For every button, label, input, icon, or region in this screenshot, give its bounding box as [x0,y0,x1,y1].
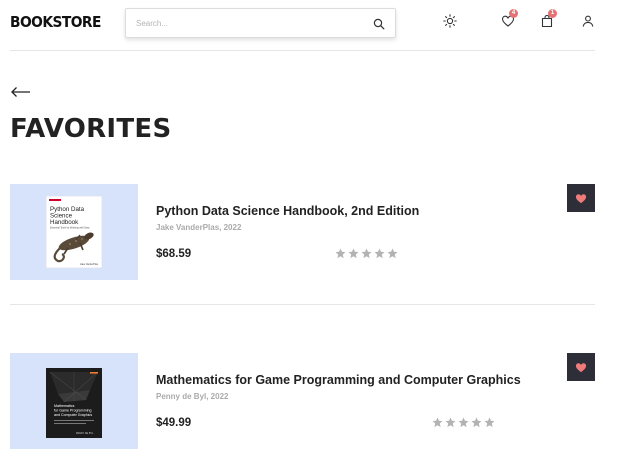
star-rating[interactable] [432,417,495,428]
book-title[interactable]: Mathematics for Game Programming and Com… [156,373,521,387]
page-title: FAVORITES [10,114,172,144]
cover-author: Jake VanderPlas [80,263,99,266]
star-icon[interactable] [471,417,482,428]
book-author-year: Penny de Byl, 2022 [156,392,229,401]
favorites-nav-button[interactable]: 4 [501,9,518,29]
item-divider [10,304,595,305]
cart-count-badge: 1 [548,9,557,18]
arrow-left-icon [10,87,32,104]
header-divider [10,50,595,51]
search-icon[interactable] [373,17,385,30]
cover-subtitle: Essential Tools for Working with Data [50,227,90,230]
user-icon[interactable] [581,13,597,29]
star-icon[interactable] [374,248,385,259]
sun-icon[interactable] [442,13,458,29]
star-icon[interactable] [348,248,359,259]
remove-favorite-button[interactable] [567,184,595,212]
star-icon[interactable] [432,417,443,428]
logo[interactable]: BOOKSTORE [10,13,101,31]
cover-title-line: Handbook [50,219,79,226]
search-input[interactable] [126,18,356,28]
cart-button[interactable]: 1 [540,9,557,29]
book-cover-image: Mathematics for Game Programming and Com… [46,368,102,438]
star-icon[interactable] [335,248,346,259]
star-icon[interactable] [458,417,469,428]
remove-favorite-button[interactable] [567,353,595,381]
search-bar[interactable] [125,8,396,38]
header: BOOKSTORE 4 1 [0,0,627,52]
favorite-item: O'REILLY Python Data Science Handbook Es… [10,184,595,284]
cover-title-line: Mathematics [54,404,75,408]
back-button[interactable] [10,84,32,100]
star-icon[interactable] [445,417,456,428]
book-cover[interactable]: O'REILLY Python Data Science Handbook Es… [10,184,138,280]
star-rating[interactable] [335,248,398,259]
star-icon[interactable] [361,248,372,259]
favorites-count-badge: 4 [509,9,518,18]
star-icon[interactable] [484,417,495,428]
cover-title-line: for Game Programming [54,409,92,413]
book-title[interactable]: Python Data Science Handbook, 2nd Editio… [156,204,419,218]
cover-author: PENNY DE BYL [76,432,94,435]
book-price: $49.99 [156,417,192,429]
book-cover-image: O'REILLY Python Data Science Handbook Es… [46,196,102,268]
book-author-year: Jake VanderPlas, 2022 [156,223,242,232]
favorite-item: Mathematics for Game Programming and Com… [10,353,595,453]
heart-icon [575,362,587,372]
book-price: $68.59 [156,248,192,260]
cover-publisher: O'REILLY [49,198,61,202]
star-icon[interactable] [387,248,398,259]
cover-title-line: and Computer Graphics [54,413,92,417]
book-cover[interactable]: Mathematics for Game Programming and Com… [10,353,138,449]
heart-icon [575,193,587,203]
